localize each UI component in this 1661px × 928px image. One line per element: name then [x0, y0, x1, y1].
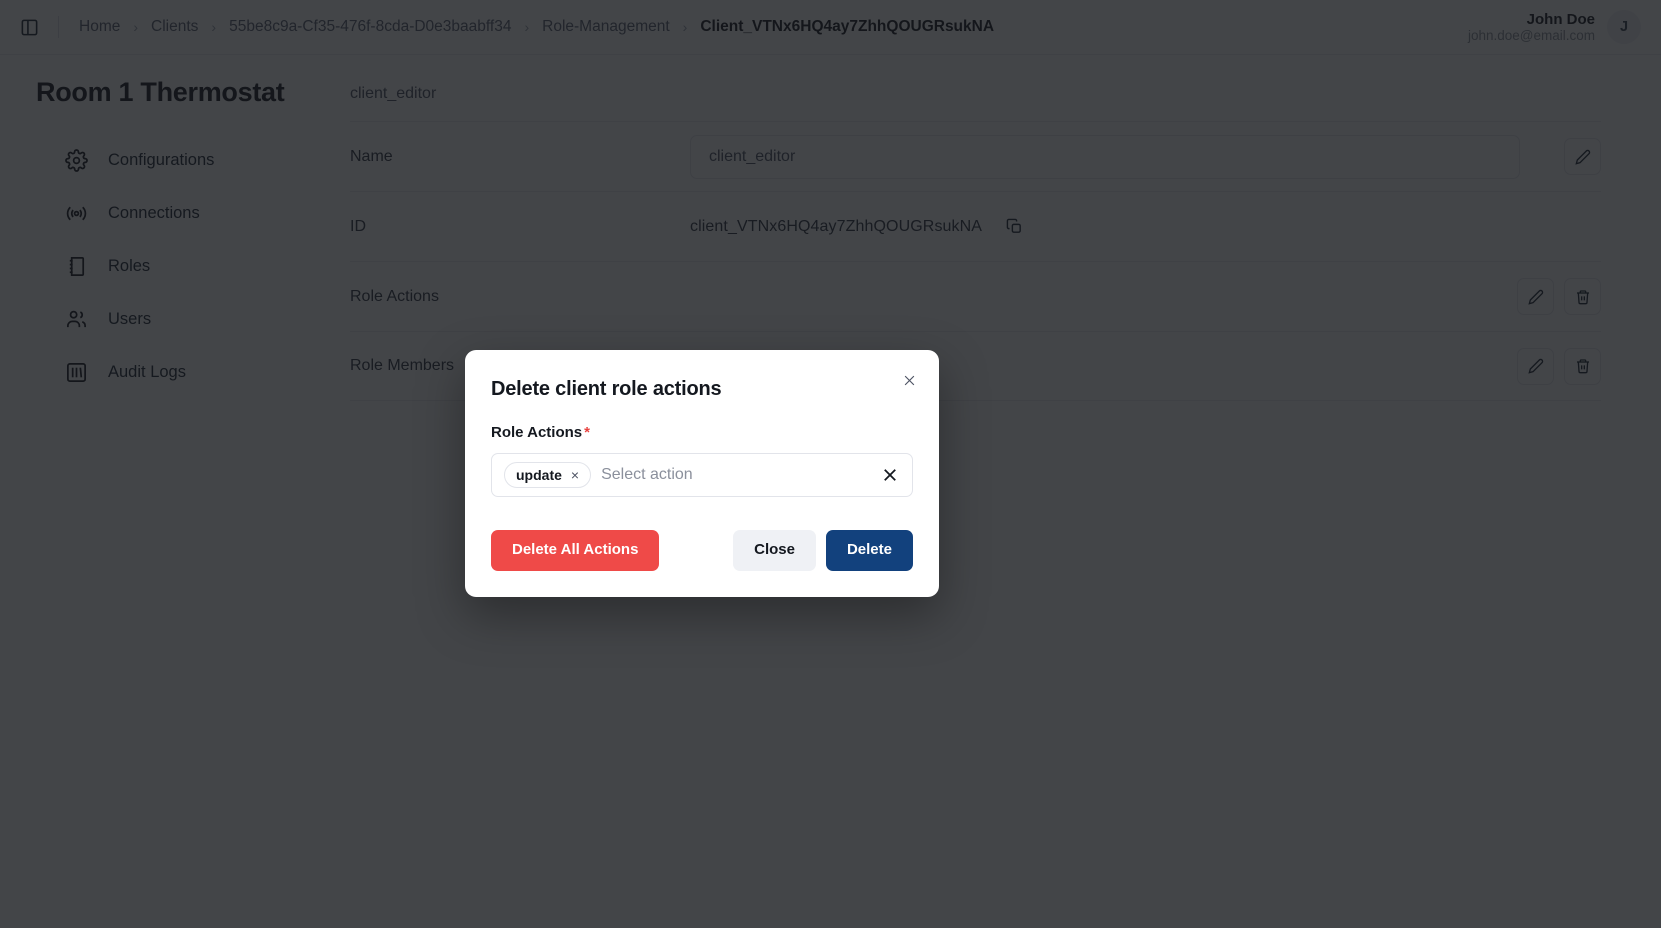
role-actions-field-label: Role Actions * [491, 424, 913, 441]
multiselect-placeholder[interactable]: Select action [601, 466, 868, 484]
dialog-footer: Delete All Actions Close Delete [491, 530, 913, 571]
close-dialog-button[interactable] [895, 366, 923, 394]
close-icon [904, 375, 914, 385]
close-button[interactable]: Close [733, 530, 816, 571]
clear-all-icon[interactable] [878, 463, 902, 487]
footer-right-group: Close Delete [733, 530, 913, 571]
chip-label: update [516, 467, 562, 483]
selected-chip: update × [504, 462, 592, 488]
page-root: Home › Clients › 55be8c9a-Cf35-476f-8cda… [0, 0, 1661, 928]
delete-button[interactable]: Delete [825, 530, 913, 571]
delete-role-actions-dialog: Delete client role actions Role Actions *… [465, 350, 939, 597]
chip-remove-icon[interactable]: × [571, 468, 579, 482]
modal-overlay[interactable]: Delete client role actions Role Actions *… [0, 0, 1661, 928]
delete-all-actions-button[interactable]: Delete All Actions [491, 530, 660, 571]
role-actions-multiselect[interactable]: update × Select action [491, 453, 913, 497]
required-marker: * [584, 424, 590, 441]
field-label-text: Role Actions [491, 424, 583, 441]
dialog-title: Delete client role actions [491, 378, 722, 400]
